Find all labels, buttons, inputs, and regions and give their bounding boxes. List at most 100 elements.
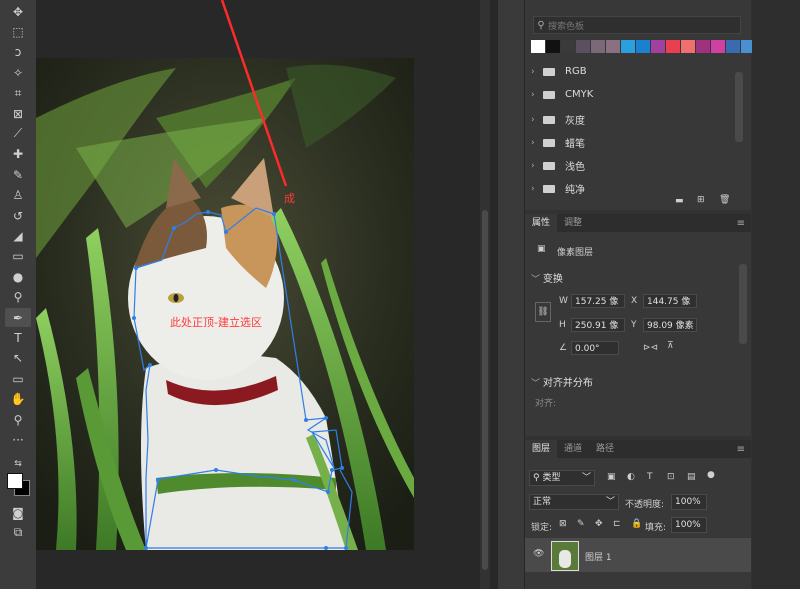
color-swatch[interactable] bbox=[726, 40, 740, 53]
swatch-group[interactable]: › 蜡笔 bbox=[531, 135, 585, 151]
angle-field[interactable]: 0.00° bbox=[571, 341, 619, 355]
swatch-search[interactable]: ⚲ 搜索色板 bbox=[533, 16, 741, 34]
swatch-scroll-thumb[interactable] bbox=[735, 72, 743, 142]
filter-shape-icon[interactable]: ⊡ bbox=[667, 472, 675, 482]
flip-vertical-icon[interactable]: ⊼ bbox=[667, 341, 674, 351]
lock-artboard-icon[interactable]: ⊏ bbox=[613, 519, 621, 529]
swatch-search-placeholder: 搜索色板 bbox=[548, 21, 585, 32]
w-label: W bbox=[559, 296, 568, 306]
tab-layers[interactable]: 图层 bbox=[525, 440, 558, 458]
filter-type-icon[interactable]: T bbox=[647, 472, 653, 482]
swatch-group[interactable]: › 浅色 bbox=[531, 158, 585, 174]
quick-mask-icon[interactable]: ◙ bbox=[5, 503, 31, 522]
chevron-right-icon: › bbox=[531, 89, 535, 100]
eraser-tool-icon[interactable]: ◢ bbox=[5, 226, 31, 245]
move-tool-icon[interactable]: ✥ bbox=[5, 2, 31, 21]
screen-mode-icon[interactable]: ⧉ bbox=[5, 523, 31, 542]
layer-name[interactable]: 图层 1 bbox=[585, 550, 612, 563]
swatch-group[interactable]: › RGB bbox=[531, 66, 587, 77]
width-field[interactable]: 157.25 像 bbox=[571, 294, 625, 308]
eyedropper-tool-icon[interactable]: ⟋ bbox=[5, 124, 31, 143]
folder-icon bbox=[543, 184, 555, 193]
hand-tool-icon[interactable]: ✋ bbox=[5, 390, 31, 409]
chevron-right-icon: › bbox=[531, 137, 535, 148]
color-swatch[interactable] bbox=[576, 40, 590, 53]
color-swatch[interactable] bbox=[696, 40, 710, 53]
swatch-row bbox=[531, 40, 756, 53]
magic-wand-tool-icon[interactable]: ✧ bbox=[5, 63, 31, 82]
opacity-label: 不透明度: bbox=[625, 500, 665, 510]
canvas-scrollbar[interactable] bbox=[480, 0, 490, 589]
color-swatch[interactable] bbox=[666, 40, 680, 53]
type-tool-icon[interactable]: T bbox=[5, 328, 31, 347]
transform-section[interactable]: ﹀ 变换 bbox=[531, 270, 563, 285]
filter-pixel-icon[interactable]: ▣ bbox=[607, 472, 616, 482]
color-swatch[interactable] bbox=[621, 40, 635, 53]
color-swatch[interactable] bbox=[561, 40, 575, 53]
history-brush-tool-icon[interactable]: ↺ bbox=[5, 206, 31, 225]
swatch-group-label: RGB bbox=[565, 66, 587, 77]
properties-scroll-thumb[interactable] bbox=[739, 264, 747, 344]
color-swatch[interactable] bbox=[591, 40, 605, 53]
swap-colors-icon[interactable]: ⇆ bbox=[5, 454, 31, 473]
align-section[interactable]: ﹀ 对齐并分布 bbox=[531, 374, 593, 389]
lock-pixels-icon[interactable]: ✎ bbox=[577, 519, 585, 529]
lock-position-icon[interactable]: ✥ bbox=[595, 519, 603, 529]
filter-toggle-icon[interactable]: ● bbox=[707, 470, 715, 480]
layer-filter-select[interactable]: ⚲ 类型 ﹀ bbox=[529, 470, 595, 486]
opacity-field[interactable]: 100% bbox=[671, 494, 707, 510]
color-swatch[interactable] bbox=[531, 40, 545, 53]
tab-paths[interactable]: 路径 bbox=[589, 440, 621, 458]
color-swatch[interactable] bbox=[681, 40, 695, 53]
lasso-tool-icon[interactable]: ↄ bbox=[5, 43, 31, 62]
height-field[interactable]: 250.91 像 bbox=[571, 318, 625, 332]
color-swatch[interactable] bbox=[636, 40, 650, 53]
pen-selection-path[interactable] bbox=[36, 0, 478, 589]
properties-panel: 属性 调整 ≡ ▣ 像素图层 ﹀ 变换 ⛓ W 157.25 像 X 144.7… bbox=[525, 214, 751, 436]
pen-tool-icon[interactable]: ✒ bbox=[5, 308, 31, 327]
zoom-tool-icon[interactable]: ⚲ bbox=[5, 410, 31, 429]
marquee-tool-icon[interactable]: ⬚ bbox=[5, 22, 31, 41]
swatch-group[interactable]: › 灰度 bbox=[531, 112, 585, 128]
tab-adjustments[interactable]: 调整 bbox=[557, 214, 589, 232]
canvas-area[interactable]: 成 此处正顶-建立选区 bbox=[36, 0, 478, 589]
visibility-eye-icon[interactable]: 👁 bbox=[533, 549, 544, 559]
delete-swatch-icon[interactable]: 🗑 bbox=[719, 195, 730, 205]
tab-channels[interactable]: 通道 bbox=[557, 440, 589, 458]
lock-all-icon[interactable]: 🔒 bbox=[631, 519, 642, 529]
link-icon[interactable]: ⛓ bbox=[535, 302, 551, 322]
swatch-group[interactable]: › CMYK bbox=[531, 89, 593, 100]
rectangle-tool-icon[interactable]: ▭ bbox=[5, 369, 31, 388]
gradient-tool-icon[interactable]: ▭ bbox=[5, 247, 31, 266]
dodge-tool-icon[interactable]: ⚲ bbox=[5, 288, 31, 307]
swatch-group[interactable]: › 纯净 bbox=[531, 181, 585, 197]
scroll-thumb[interactable] bbox=[482, 210, 488, 570]
crop-tool-icon[interactable]: ⌗ bbox=[5, 84, 31, 103]
new-group-icon[interactable]: ▬ bbox=[675, 196, 684, 206]
blur-tool-icon[interactable]: ● bbox=[5, 267, 31, 286]
panel-menu-icon[interactable]: ≡ bbox=[737, 218, 745, 229]
layer-row[interactable]: 👁 图层 1 bbox=[525, 538, 751, 572]
more-tools-icon[interactable]: ··· bbox=[5, 430, 31, 449]
clone-stamp-tool-icon[interactable]: ♙ bbox=[5, 186, 31, 205]
tab-properties[interactable]: 属性 bbox=[525, 214, 558, 232]
y-field[interactable]: 98.09 像素 bbox=[643, 318, 697, 332]
foreground-color-swatch[interactable] bbox=[7, 473, 23, 489]
flip-horizontal-icon[interactable]: ⊳⊲ bbox=[643, 343, 658, 353]
lock-transparent-icon[interactable]: ⊠ bbox=[559, 519, 567, 529]
color-swatch[interactable] bbox=[546, 40, 560, 53]
fill-field[interactable]: 100% bbox=[671, 517, 707, 533]
x-field[interactable]: 144.75 像 bbox=[643, 294, 697, 308]
color-swatch[interactable] bbox=[711, 40, 725, 53]
filter-smart-icon[interactable]: ▤ bbox=[687, 472, 696, 482]
filter-adjust-icon[interactable]: ◐ bbox=[627, 472, 635, 482]
blend-mode-select[interactable]: 正常 ﹀ bbox=[529, 494, 619, 510]
healing-brush-tool-icon[interactable]: ✚ bbox=[5, 145, 31, 164]
frame-tool-icon[interactable]: ⊠ bbox=[5, 104, 31, 123]
new-swatch-icon[interactable]: ⊞ bbox=[697, 195, 705, 205]
layers-menu-icon[interactable]: ≡ bbox=[737, 444, 745, 455]
color-swatch[interactable] bbox=[651, 40, 665, 53]
color-swatch[interactable] bbox=[606, 40, 620, 53]
brush-tool-icon[interactable]: ✎ bbox=[5, 165, 31, 184]
path-selection-tool-icon[interactable]: ↖ bbox=[5, 349, 31, 368]
